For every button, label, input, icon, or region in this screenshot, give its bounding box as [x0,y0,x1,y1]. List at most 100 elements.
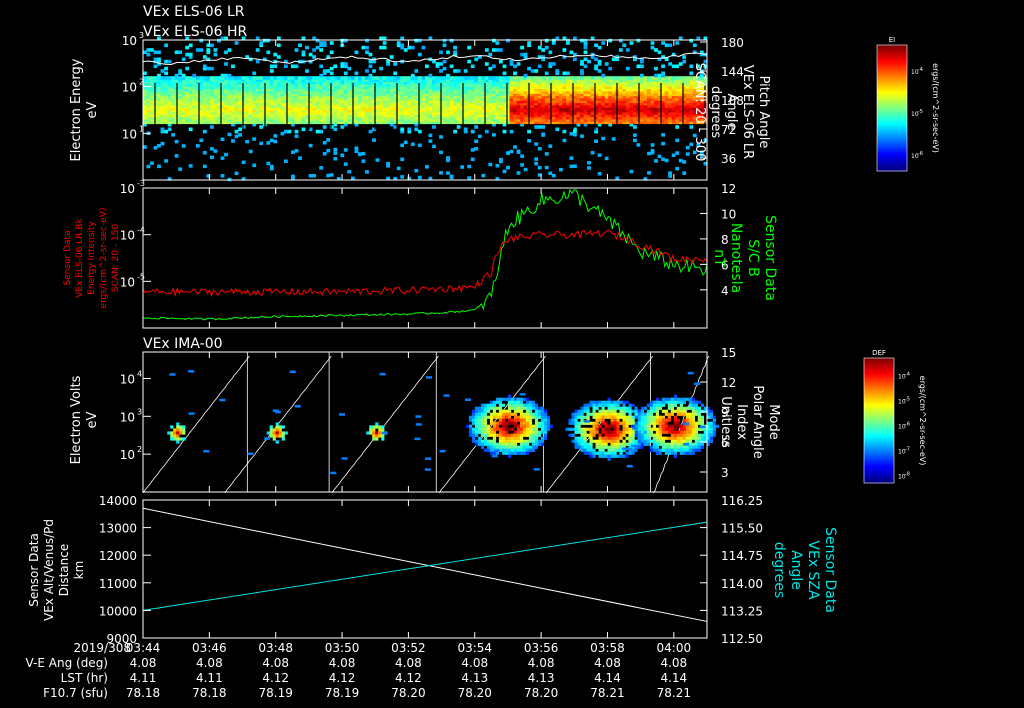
ima-cell [372,434,376,438]
els-cell [343,38,348,43]
els-cell [157,50,161,55]
ima-cell [616,421,620,425]
els-cell [668,76,672,80]
els-cell [202,55,207,59]
els-speckle [280,131,285,136]
ima-cell [525,400,530,404]
els-speckle [587,166,591,170]
ima-cell [182,428,186,432]
ima-cell [667,451,671,455]
ima-cell [474,442,479,446]
ima-cell [275,434,279,438]
ima-cell [655,421,659,425]
els-speckle [160,141,165,146]
ima-cell [480,418,485,422]
els-speckle [675,167,680,171]
els-cell [611,76,616,80]
els-speckle [548,171,553,175]
ima-cell [543,409,548,413]
ima-cell [610,412,614,416]
els-cell [474,76,479,80]
ima-cell [525,415,530,419]
ima-cell [528,409,533,413]
ima-cell [628,436,632,440]
els-cell [255,48,260,52]
ima-cell [625,424,629,428]
els-cell [259,125,264,129]
els-cell [477,76,482,80]
ima-cell [474,424,479,428]
ima-cell [546,424,551,428]
ima-cell [652,403,656,407]
ima-cell [574,421,578,425]
els-cell [643,76,648,80]
ima-cell [534,415,539,419]
els-cell [453,45,457,50]
ima-cell [646,415,650,419]
els-cell [629,41,634,45]
els-speckle [199,138,204,143]
els-cell [580,69,584,73]
ima-cell [492,403,497,407]
els-cell [548,76,553,80]
ima-cell [589,430,593,434]
els-cell [238,127,242,132]
ima-cell [640,412,644,416]
intensity-ytick-label-1: 10 [120,229,135,243]
ima-cell [658,451,662,455]
els-cell [636,38,641,43]
els-cell [224,62,228,66]
ima-cell [598,400,602,404]
ima-cell [655,442,659,446]
ima-cell [507,418,512,422]
ima-cell [622,406,626,410]
ima-cell [531,424,536,428]
ima-cell [583,427,587,431]
els-cell [167,76,172,80]
els-cell [530,69,535,73]
els-speckle [682,160,687,164]
els-speckle [661,157,665,161]
ima-cell [676,445,680,449]
ima-cell [522,397,527,401]
ima-cell [673,439,677,443]
ima-cell [664,430,668,434]
els-cell [664,76,669,80]
ima-cell [661,397,665,401]
ima-cell [495,397,500,401]
ima-cell [477,409,482,413]
els-cell [312,55,316,59]
ima-cell [378,428,382,432]
ima-cell [607,409,611,413]
els-cell [495,41,500,45]
els-cell [520,52,524,57]
els-cell [629,76,634,80]
ima-cell [528,424,533,428]
ima-cell [504,409,509,413]
ima-cell [613,400,617,404]
ima-cell [616,418,620,422]
els-ytick-exp-3: 3 [139,31,144,40]
els-cell [594,57,598,62]
ima-cell [634,439,638,443]
ima-cell [577,436,581,440]
els-cell [661,64,665,69]
ima-cell [483,409,488,413]
ima-cell [284,431,288,435]
ima-cell [522,451,527,455]
ima-cell [658,403,662,407]
els-cell [633,76,637,80]
els-cell [220,73,225,78]
ima-cell [580,445,584,449]
ima-cell [595,412,599,416]
els-speckle [294,134,299,138]
ima-cell [670,445,674,449]
els-speckle [449,174,454,179]
ima-cell [528,418,533,422]
ima-cell [492,442,497,446]
ima-cell [471,427,476,431]
els-speckle [333,151,338,155]
ima-cell [661,442,665,446]
ima-cell [480,424,485,428]
els-cell [210,125,214,129]
